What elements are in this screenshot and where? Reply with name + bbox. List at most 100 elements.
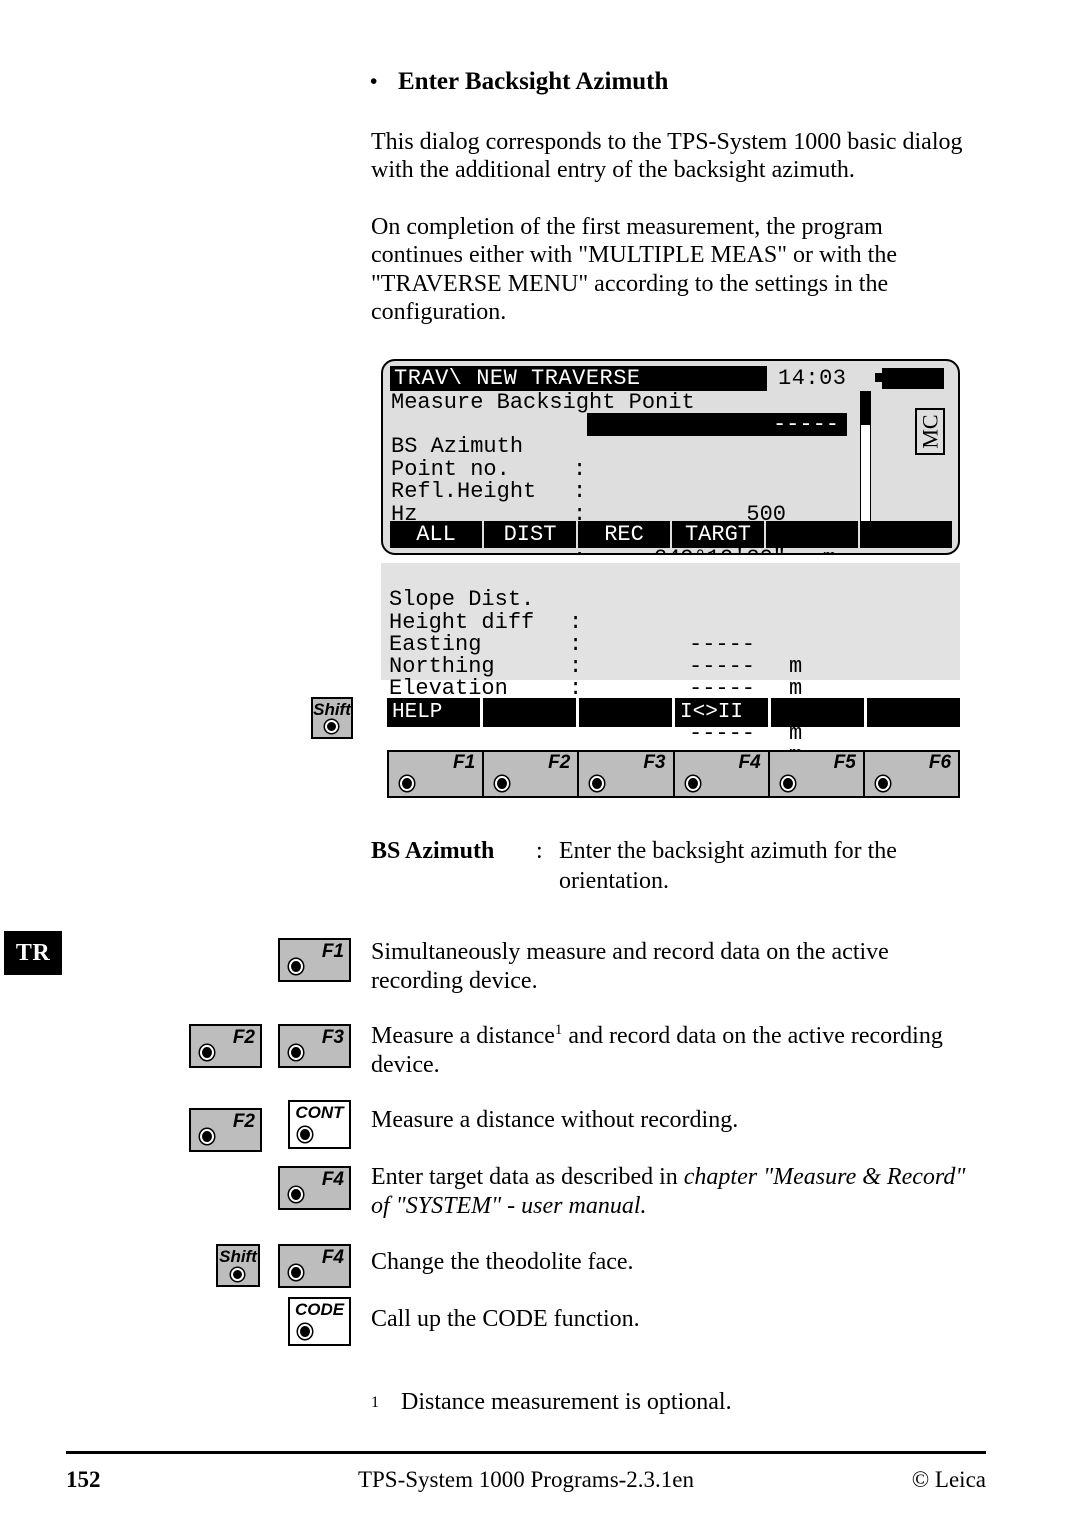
page-heading: • Enter Backsight Azimuth — [370, 66, 970, 97]
key-led-icon — [200, 1129, 214, 1144]
function-key-f5[interactable]: F5 — [770, 752, 865, 796]
shift-key[interactable]: Shift — [311, 697, 353, 739]
instruction-text-6: Call up the CODE function. — [371, 1306, 640, 1332]
display-field-list: BS Azimuth : ----- Point no. : 500 Refl.… — [391, 413, 847, 553]
function-key-label: F5 — [833, 752, 856, 773]
function-key-led-icon — [400, 776, 414, 791]
bs-azimuth-input[interactable]: ----- — [587, 413, 847, 436]
memory-card-label: MC — [917, 414, 942, 449]
memory-card-indicator: MC — [915, 408, 945, 455]
softkey-empty-6[interactable] — [860, 521, 952, 548]
key-label: F1 — [321, 941, 344, 962]
battery-icon — [882, 368, 944, 389]
display-row-bs-azimuth[interactable]: BS Azimuth : ----- — [391, 413, 847, 481]
instruction-key-f1[interactable]: F1 — [278, 938, 351, 982]
instruction-key-f4-a[interactable]: F4 — [278, 1166, 351, 1210]
key-led-icon — [200, 1045, 214, 1060]
footer-page-number: 152 — [66, 1467, 101, 1492]
display-row-refl-height[interactable]: Refl.Height : 1.300 m — [391, 459, 846, 553]
display-scrollbar-thumb[interactable] — [861, 392, 870, 425]
function-key-bank: F1 F2 F3 F4 F5 F6 — [387, 750, 960, 798]
shift-softkey-empty-2[interactable] — [483, 698, 579, 727]
instruction-key-shift[interactable]: Shift — [216, 1244, 260, 1287]
function-key-label: F2 — [548, 752, 571, 773]
shift-softkey-help[interactable]: HELP — [387, 698, 483, 727]
function-key-f1[interactable]: F1 — [389, 752, 485, 796]
definition-term: BS Azimuth — [371, 838, 495, 864]
results-panel: Slope Dist. : ----- m Height diff : ----… — [381, 563, 960, 767]
footer-copyright: © Leica — [911, 1467, 986, 1492]
page-title: Enter Backsight Azimuth — [398, 68, 669, 95]
instruction-key-cont[interactable]: CONT — [288, 1100, 351, 1149]
shift-softkey-empty-5[interactable] — [771, 698, 867, 727]
footnote-marker: 1 — [371, 1394, 379, 1411]
function-key-label: F6 — [928, 752, 952, 773]
key-led-icon — [231, 1268, 244, 1281]
display-clock: 14:03 — [778, 366, 847, 391]
function-key-led-icon — [685, 776, 700, 791]
key-led-icon — [289, 1187, 303, 1202]
footer-document-title: TPS-System 1000 Programs-2.3.1en — [357, 1467, 695, 1492]
display-title: TRAV\ NEW TRAVERSE — [390, 366, 767, 391]
display-row-point-no[interactable]: Point no. : 500 — [391, 436, 846, 526]
display-scrollbar[interactable] — [860, 391, 871, 536]
intro-paragraph-2: On completion of the first measurement, … — [371, 214, 897, 326]
instruction-text-1: Simultaneously measure and record data o… — [371, 939, 889, 994]
instruction-key-f2-b[interactable]: F2 — [189, 1108, 262, 1152]
key-label: CONT — [295, 1103, 344, 1122]
display-row-hz[interactable]: Hz : 249°10'20" — [391, 481, 846, 553]
field-unit: m — [823, 547, 836, 553]
instruction-key-f2-a[interactable]: F2 — [189, 1024, 262, 1068]
function-key-f6[interactable]: F6 — [865, 752, 958, 796]
footer-divider — [66, 1451, 986, 1454]
bullet-icon: • — [370, 69, 378, 93]
definition-description: Enter the backsight azimuth for the orie… — [559, 838, 897, 894]
softkey-rec[interactable]: REC — [578, 521, 672, 548]
shift-softkey-empty-6[interactable] — [867, 698, 960, 727]
key-led-icon — [289, 959, 303, 974]
bs-azimuth-value: ----- — [772, 412, 839, 437]
instruction-text-4: Enter target data as described in chapte… — [371, 1164, 966, 1219]
softkey-empty-5[interactable] — [766, 521, 860, 548]
softkey-all[interactable]: ALL — [390, 521, 484, 548]
instruction-key-code[interactable]: CODE — [288, 1297, 351, 1346]
results-row-elevation: Elevation : ----- m — [389, 656, 859, 767]
key-label: Shift — [219, 1247, 257, 1266]
key-label: F4 — [321, 1247, 344, 1268]
field-value: 249°10'20" — [654, 547, 786, 553]
shift-softkey-face[interactable]: I<>II — [675, 698, 771, 727]
key-led-icon — [298, 1324, 312, 1339]
shift-softkey-bar: HELP I<>II — [387, 698, 960, 727]
function-key-led-icon — [875, 776, 890, 791]
function-key-led-icon — [590, 776, 605, 791]
shift-key-label: Shift — [313, 700, 351, 719]
display-softkey-bar: ALL DIST REC TARGT — [390, 521, 952, 548]
display-subtitle: Measure Backsight Ponit — [391, 390, 695, 415]
definition-colon: : — [536, 838, 543, 864]
instruction-key-f4-b[interactable]: F4 — [278, 1244, 351, 1288]
instrument-display: TRAV\ NEW TRAVERSE 14:03 Measure Backsig… — [381, 359, 960, 555]
shift-softkey-empty-3[interactable] — [579, 698, 675, 727]
results-row-easting: Easting : ----- m — [389, 612, 859, 722]
results-row-list: Slope Dist. : ----- m Height diff : ----… — [389, 567, 859, 767]
key-label: F2 — [232, 1027, 255, 1048]
key-label: CODE — [294, 1300, 345, 1319]
results-row-northing: Northing : ----- m — [389, 634, 859, 744]
intro-paragraph-1: This dialog corresponds to the TPS-Syste… — [371, 129, 963, 184]
softkey-dist[interactable]: DIST — [484, 521, 578, 548]
function-key-f3[interactable]: F3 — [579, 752, 675, 796]
shift-key-led-icon — [325, 720, 338, 733]
instruction-text-3: Measure a distance without recording. — [371, 1107, 739, 1133]
results-row-height-diff: Height diff : ----- m — [389, 589, 859, 700]
section-marker-tr: TR — [4, 931, 62, 975]
function-key-f2[interactable]: F2 — [484, 752, 580, 796]
instruction-key-f3[interactable]: F3 — [278, 1024, 351, 1068]
softkey-targt[interactable]: TARGT — [672, 521, 766, 548]
key-label: F4 — [321, 1169, 344, 1190]
key-led-icon — [298, 1127, 312, 1142]
function-key-f4[interactable]: F4 — [675, 752, 770, 796]
function-key-led-icon — [780, 776, 795, 791]
key-label: F2 — [232, 1111, 255, 1132]
key-led-icon — [289, 1045, 303, 1060]
instruction-text-2: Measure a distance1 and record data on t… — [371, 1022, 943, 1078]
